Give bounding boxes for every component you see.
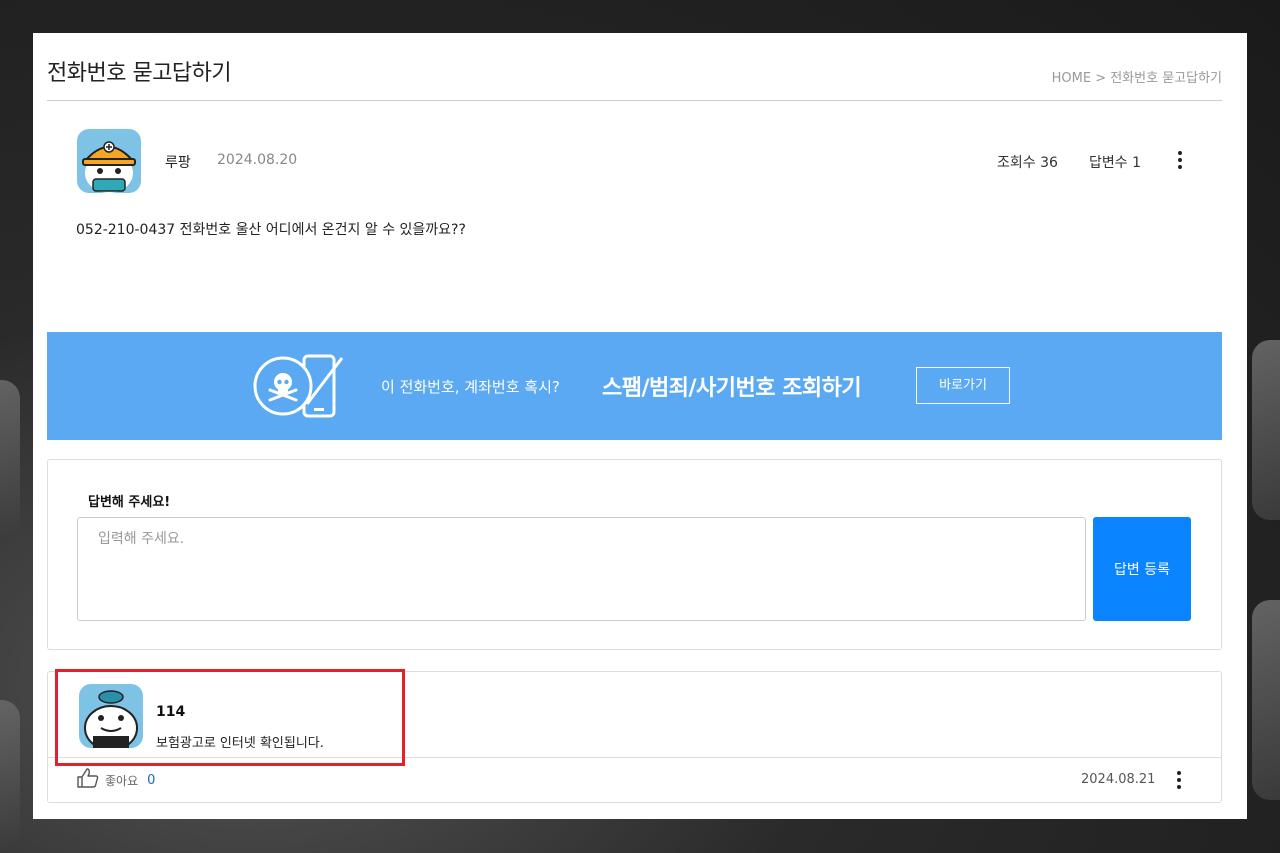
answer-form: 답변해 주세요! 답변 등록 xyxy=(47,459,1222,650)
reply-text: 보험광고로 인터넷 확인됩니다. xyxy=(156,736,324,751)
question-text: 052-210-0437 전화번호 울산 어디에서 온건지 알 수 있을까요?? xyxy=(76,222,466,238)
divider xyxy=(48,757,1221,758)
page-header: 전화번호 묻고답하기 HOME > 전화번호 묻고답하기 xyxy=(47,33,1222,101)
reply-item: 114 보험광고로 인터넷 확인됩니다. 좋아요 0 2024.08.21 xyxy=(47,671,1222,803)
skull-phone-icon xyxy=(252,354,347,420)
reply-avatar[interactable] xyxy=(79,684,143,748)
more-vert-icon[interactable] xyxy=(1172,769,1186,793)
background-key xyxy=(1252,600,1280,800)
answer-form-title: 답변해 주세요! xyxy=(88,495,171,510)
like-count: 0 xyxy=(147,772,156,788)
submit-answer-button[interactable]: 답변 등록 xyxy=(1093,517,1191,621)
like-button[interactable]: 좋아요 0 xyxy=(77,768,155,792)
post-author[interactable]: 루팡 xyxy=(165,152,191,172)
reply-date: 2024.08.21 xyxy=(1081,772,1156,787)
answer-count: 답변수 1 xyxy=(1089,155,1141,171)
spam-lookup-banner[interactable]: 이 전화번호, 계좌번호 혹시? 스팸/범죄/사기번호 조회하기 바로가기 xyxy=(47,332,1222,440)
background-key xyxy=(1252,340,1280,520)
background-key xyxy=(0,380,20,540)
post-header: 루팡 2024.08.20 조회수 36 답변수 1 xyxy=(77,129,1197,193)
breadcrumb[interactable]: HOME > 전화번호 묻고답하기 xyxy=(1052,67,1222,86)
page-title: 전화번호 묻고답하기 xyxy=(47,61,232,86)
banner-headline: 스팸/범죄/사기번호 조회하기 xyxy=(602,376,862,401)
answer-input[interactable] xyxy=(77,517,1086,621)
qa-page: 전화번호 묻고답하기 HOME > 전화번호 묻고답하기 루팡 2024.08.… xyxy=(33,33,1247,819)
author-avatar[interactable] xyxy=(77,129,141,193)
more-vert-icon[interactable] xyxy=(1173,149,1187,173)
like-label: 좋아요 xyxy=(105,773,139,788)
background-key xyxy=(0,700,20,850)
view-count: 조회수 36 xyxy=(997,155,1058,171)
thumbs-up-icon xyxy=(77,768,99,792)
reply-author[interactable]: 114 xyxy=(156,704,185,720)
post-date: 2024.08.20 xyxy=(217,152,298,168)
banner-question: 이 전화번호, 계좌번호 혹시? xyxy=(381,378,560,396)
go-button[interactable]: 바로가기 xyxy=(916,367,1010,404)
